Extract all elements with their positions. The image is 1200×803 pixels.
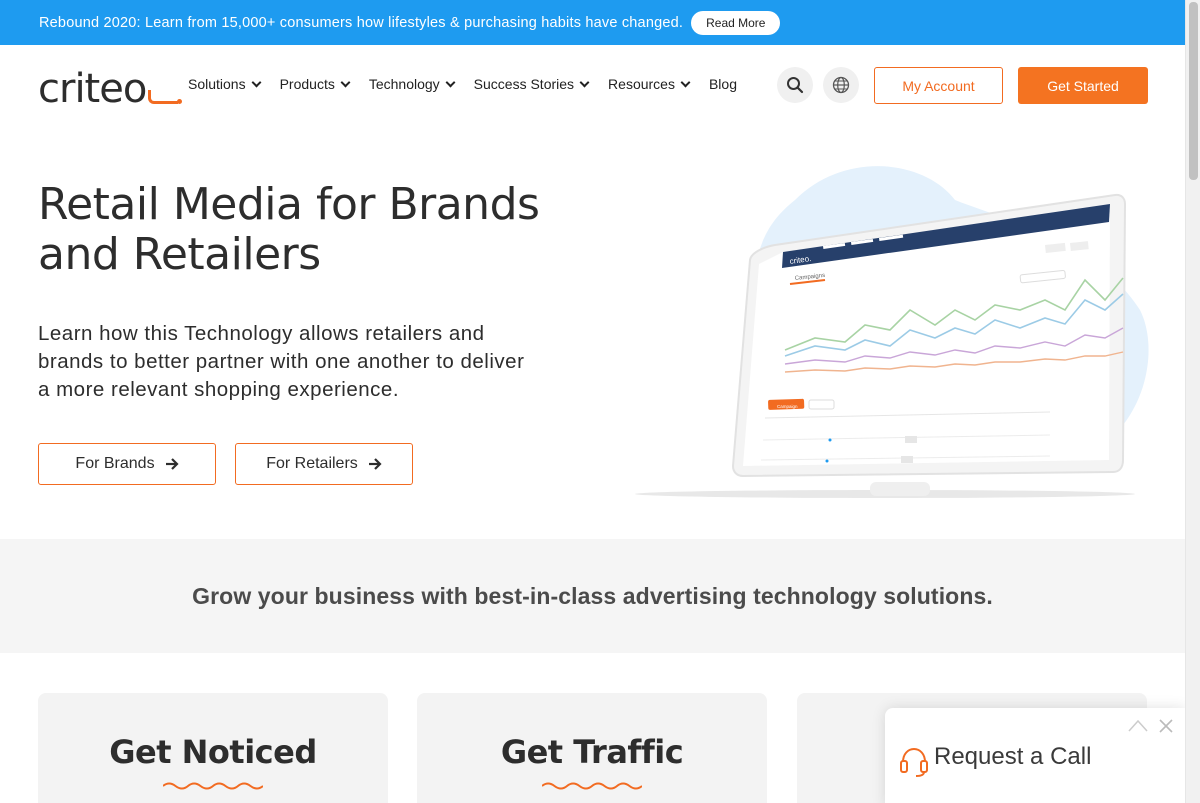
globe-icon xyxy=(832,76,850,94)
request-call-label: Request a Call xyxy=(934,743,1092,770)
card-title: Get Traffic xyxy=(500,733,684,771)
chevron-down-icon xyxy=(680,77,691,87)
for-retailers-label: For Retailers xyxy=(266,455,358,472)
language-button[interactable] xyxy=(823,67,859,103)
page-scrollbar[interactable] xyxy=(1185,0,1200,803)
read-more-button[interactable]: Read More xyxy=(691,10,781,35)
announcement-bar: Rebound 2020: Learn from 15,000+ consume… xyxy=(0,0,1185,45)
nav-item-technology[interactable]: Technology xyxy=(368,76,456,92)
hero-title-line2: and Retailers xyxy=(38,229,321,280)
nav-item-label: Resources xyxy=(608,76,675,92)
illus-button: Campaign xyxy=(777,404,798,409)
search-button[interactable] xyxy=(777,67,813,103)
chevron-down-icon xyxy=(579,77,590,87)
hero-subtitle: Learn how this Technology allows retaile… xyxy=(38,322,525,401)
squiggle-divider-icon xyxy=(542,782,642,790)
chevron-down-icon xyxy=(251,77,262,87)
hero-title-line1: Retail Media for Brands xyxy=(38,179,540,230)
feature-card-get-noticed[interactable]: Get Noticed xyxy=(38,693,388,803)
arrow-right-icon xyxy=(368,457,382,471)
nav-item-label: Products xyxy=(279,76,335,92)
search-icon xyxy=(787,77,804,94)
announcement-text: Rebound 2020: Learn from 15,000+ consume… xyxy=(39,14,684,31)
nav-item-label: Blog xyxy=(708,76,737,92)
main-nav: criteo Solutions Products Technology Suc… xyxy=(0,45,1185,127)
tagline-text: Grow your business with best-in-class ad… xyxy=(192,582,993,609)
logo-mark-icon xyxy=(148,90,183,104)
chevron-up-icon[interactable] xyxy=(1128,718,1148,732)
logo-text: criteo xyxy=(38,66,147,112)
for-brands-button[interactable]: For Brands xyxy=(38,443,216,485)
nav-item-success-stories[interactable]: Success Stories xyxy=(473,76,590,92)
nav-item-blog[interactable]: Blog xyxy=(709,76,737,92)
my-account-button[interactable]: My Account xyxy=(874,67,1003,104)
chevron-down-icon xyxy=(340,77,351,87)
headset-icon xyxy=(900,747,928,777)
feature-card-get-traffic[interactable]: Get Traffic xyxy=(417,693,767,803)
laptop-dashboard-image: criteo. Campaigns Campaign xyxy=(635,166,1149,498)
get-started-button[interactable]: Get Started xyxy=(1018,67,1148,104)
criteo-logo[interactable]: criteo xyxy=(38,66,183,112)
nav-item-label: Technology xyxy=(368,76,440,92)
arrow-right-icon xyxy=(165,457,179,471)
chevron-down-icon xyxy=(445,77,456,87)
nav-item-solutions[interactable]: Solutions xyxy=(188,76,262,92)
card-title: Get Noticed xyxy=(109,733,317,771)
scrollbar-thumb[interactable] xyxy=(1189,2,1198,180)
squiggle-divider-icon xyxy=(163,782,263,790)
nav-item-products[interactable]: Products xyxy=(279,76,351,92)
tagline-band: Grow your business with best-in-class ad… xyxy=(0,539,1185,653)
nav-item-resources[interactable]: Resources xyxy=(608,76,691,92)
nav-item-label: Solutions xyxy=(188,76,246,92)
for-brands-label: For Brands xyxy=(75,455,155,472)
dashboard-illustration: criteo. Campaigns Campaign xyxy=(625,160,1155,505)
for-retailers-button[interactable]: For Retailers xyxy=(235,443,413,485)
nav-item-label: Success Stories xyxy=(473,76,575,92)
nav-menu: Solutions Products Technology Success St… xyxy=(188,76,757,92)
close-icon[interactable] xyxy=(1158,718,1174,734)
request-call-widget[interactable]: Request a Call xyxy=(885,708,1185,803)
hero-title: Retail Media for Brands and Retailers xyxy=(38,180,578,280)
